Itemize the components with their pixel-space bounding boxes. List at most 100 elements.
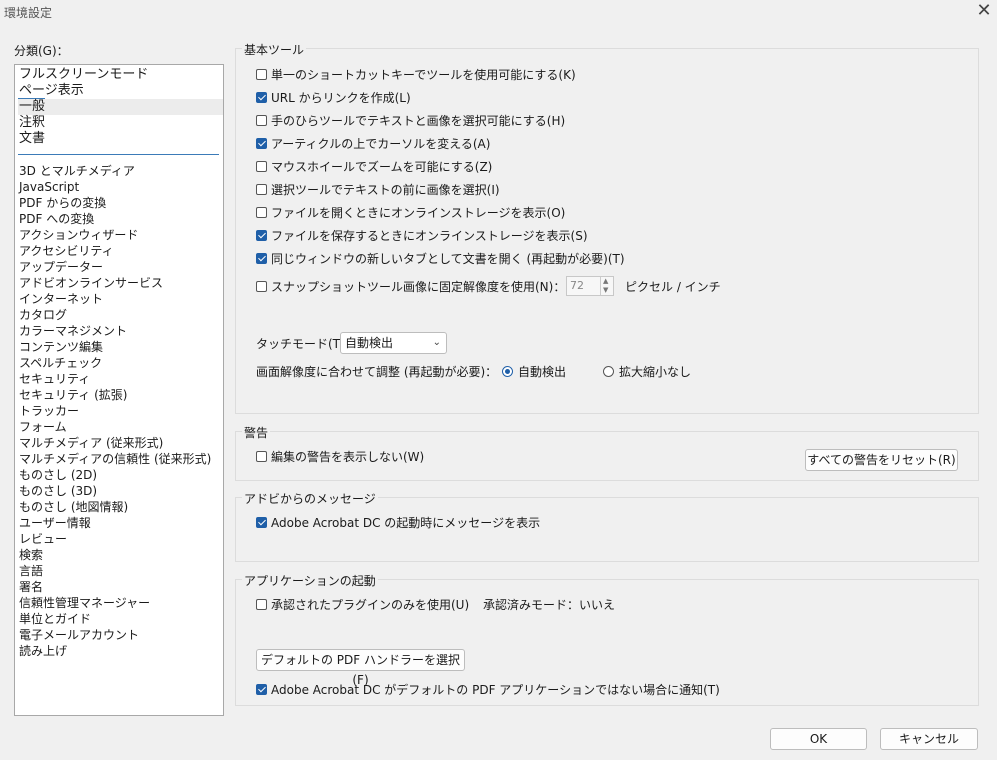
category-item[interactable]: 署名 bbox=[18, 579, 223, 595]
basic-tool-checkbox[interactable] bbox=[256, 230, 267, 241]
plugins-label: 承認されたプラグインのみを使用(U) bbox=[271, 598, 470, 612]
category-item[interactable]: アクションウィザード bbox=[18, 227, 223, 243]
messages-label: Adobe Acrobat DC の起動時にメッセージを表示 bbox=[271, 516, 541, 530]
resolution-unit: ピクセル / インチ bbox=[625, 280, 721, 294]
category-item[interactable]: カラーマネジメント bbox=[18, 323, 223, 339]
category-item-documents[interactable]: 文書 bbox=[18, 131, 223, 147]
category-item[interactable]: PDF への変換 bbox=[18, 211, 223, 227]
basic-tool-checkbox[interactable] bbox=[256, 184, 267, 195]
startup-title: アプリケーションの起動 bbox=[242, 572, 378, 589]
notify-label: Adobe Acrobat DC がデフォルトの PDF アプリケーションではな… bbox=[271, 683, 720, 697]
close-icon[interactable]: ✕ bbox=[974, 0, 994, 22]
messages-option[interactable]: Adobe Acrobat DC の起動時にメッセージを表示 bbox=[256, 514, 540, 531]
basic-tool-option[interactable]: アーティクルの上でカーソルを変える(A) bbox=[256, 135, 490, 152]
category-item[interactable]: ものさし (2D) bbox=[18, 467, 223, 483]
basic-tool-checkbox[interactable] bbox=[256, 115, 267, 126]
scale-none-option[interactable]: 拡大縮小なし bbox=[603, 363, 691, 380]
basic-tool-label: 手のひらツールでテキストと画像を選択可能にする(H) bbox=[271, 114, 566, 128]
basic-tool-checkbox[interactable] bbox=[256, 69, 267, 80]
basic-tool-checkbox[interactable] bbox=[256, 253, 267, 264]
category-item[interactable]: スペルチェック bbox=[18, 355, 223, 371]
basic-tool-checkbox[interactable] bbox=[256, 92, 267, 103]
category-item[interactable]: 読み上げ bbox=[18, 643, 223, 659]
basic-tool-option[interactable]: 同じウィンドウの新しいタブとして文書を開く (再起動が必要)(T) bbox=[256, 250, 625, 267]
scale-label: 画面解像度に合わせて調整 (再起動が必要)： bbox=[256, 365, 498, 379]
basic-tool-option[interactable]: URL からリンクを作成(L) bbox=[256, 89, 411, 106]
approved-mode-value: いいえ bbox=[579, 598, 616, 612]
category-item-fullscreen[interactable]: フルスクリーンモード bbox=[18, 67, 223, 83]
category-item[interactable]: 信頼性管理マネージャー bbox=[18, 595, 223, 611]
approved-mode-label: 承認済みモード： bbox=[483, 598, 580, 612]
category-list[interactable]: フルスクリーンモード ページ表示 一般 注釈 文書 3D とマルチメディア Jav… bbox=[14, 64, 224, 716]
basic-tool-label: 選択ツールでテキストの前に画像を選択(I) bbox=[271, 183, 500, 197]
messages-checkbox[interactable] bbox=[256, 517, 267, 528]
category-item[interactable]: 電子メールアカウント bbox=[18, 627, 223, 643]
category-item[interactable]: レビュー bbox=[18, 531, 223, 547]
chevron-down-icon: ⌄ bbox=[432, 337, 441, 348]
category-item[interactable]: PDF からの変換 bbox=[18, 195, 223, 211]
plugins-option[interactable]: 承認されたプラグインのみを使用(U) bbox=[256, 596, 469, 613]
touch-mode-value: 自動検出 bbox=[345, 336, 394, 350]
warning-option[interactable]: 編集の警告を表示しない(W) bbox=[256, 448, 424, 465]
cancel-button[interactable]: キャンセル bbox=[880, 728, 978, 750]
reset-warnings-button[interactable]: すべての警告をリセット(R) bbox=[805, 449, 958, 471]
window-title: 環境設定 bbox=[4, 6, 53, 20]
category-item[interactable]: 3D とマルチメディア bbox=[18, 163, 223, 179]
default-handler-button[interactable]: デフォルトの PDF ハンドラーを選択(F) bbox=[256, 649, 465, 687]
category-item-general[interactable]: 一般 bbox=[18, 99, 223, 115]
basic-tool-checkbox[interactable] bbox=[256, 207, 267, 218]
category-item-comments[interactable]: 注釈 bbox=[18, 115, 223, 131]
category-item[interactable]: アクセシビリティ bbox=[18, 243, 223, 259]
snapshot-row: スナップショットツール画像に固定解像度を使用(N)： bbox=[256, 278, 565, 295]
category-item[interactable]: ものさし (3D) bbox=[18, 483, 223, 499]
scale-auto-radio[interactable] bbox=[502, 366, 513, 377]
spinner-down-icon[interactable]: ▼ bbox=[603, 286, 608, 295]
spinner-up-icon[interactable]: ▲ bbox=[603, 277, 608, 286]
category-item[interactable]: ユーザー情報 bbox=[18, 515, 223, 531]
basic-tools-title: 基本ツール bbox=[242, 41, 307, 58]
category-item[interactable]: フォーム bbox=[18, 419, 223, 435]
warning-label: 編集の警告を表示しない(W) bbox=[271, 450, 425, 464]
basic-tool-checkbox[interactable] bbox=[256, 161, 267, 172]
basic-tool-option[interactable]: 選択ツールでテキストの前に画像を選択(I) bbox=[256, 181, 500, 198]
basic-tool-label: 同じウィンドウの新しいタブとして文書を開く (再起動が必要)(T) bbox=[271, 252, 625, 266]
touch-mode-select[interactable]: 自動検出 ⌄ bbox=[340, 332, 447, 354]
snapshot-checkbox[interactable] bbox=[256, 281, 267, 292]
resolution-spinner[interactable]: 72 ▲ ▼ bbox=[566, 276, 614, 296]
plugins-checkbox[interactable] bbox=[256, 599, 267, 610]
basic-tool-label: 単一のショートカットキーでツールを使用可能にする(K) bbox=[271, 68, 576, 82]
category-item[interactable]: マルチメディアの信頼性 (従来形式) bbox=[18, 451, 223, 467]
scale-none-label: 拡大縮小なし bbox=[619, 365, 692, 379]
spinner-buttons[interactable]: ▲ ▼ bbox=[600, 277, 613, 295]
category-item[interactable]: セキュリティ (拡張) bbox=[18, 387, 223, 403]
basic-tool-option[interactable]: ファイルを開くときにオンラインストレージを表示(O) bbox=[256, 204, 565, 221]
basic-tool-label: URL からリンクを作成(L) bbox=[271, 91, 411, 105]
basic-tool-checkbox[interactable] bbox=[256, 138, 267, 149]
category-item[interactable]: JavaScript bbox=[18, 179, 223, 195]
category-item[interactable]: ものさし (地図情報) bbox=[18, 499, 223, 515]
category-item[interactable]: マルチメディア (従来形式) bbox=[18, 435, 223, 451]
category-separator bbox=[18, 154, 219, 155]
category-item[interactable]: 単位とガイド bbox=[18, 611, 223, 627]
category-item[interactable]: カタログ bbox=[18, 307, 223, 323]
basic-tool-option[interactable]: ファイルを保存するときにオンラインストレージを表示(S) bbox=[256, 227, 588, 244]
category-item-page-display[interactable]: ページ表示 bbox=[18, 83, 223, 99]
category-label: 分類(G)： bbox=[14, 44, 69, 58]
scale-auto-option[interactable]: 自動検出 bbox=[502, 363, 566, 380]
notify-checkbox[interactable] bbox=[256, 684, 267, 695]
basic-tool-option[interactable]: 手のひらツールでテキストと画像を選択可能にする(H) bbox=[256, 112, 565, 129]
category-item[interactable]: セキュリティ bbox=[18, 371, 223, 387]
category-item[interactable]: 検索 bbox=[18, 547, 223, 563]
category-item[interactable]: トラッカー bbox=[18, 403, 223, 419]
notify-option[interactable]: Adobe Acrobat DC がデフォルトの PDF アプリケーションではな… bbox=[256, 681, 720, 698]
ok-button[interactable]: OK bbox=[770, 728, 867, 750]
warning-checkbox[interactable] bbox=[256, 451, 267, 462]
category-item[interactable]: 言語 bbox=[18, 563, 223, 579]
category-item[interactable]: アップデーター bbox=[18, 259, 223, 275]
category-item[interactable]: アドビオンラインサービス bbox=[18, 275, 223, 291]
basic-tool-option[interactable]: マウスホイールでズームを可能にする(Z) bbox=[256, 158, 492, 175]
category-item[interactable]: インターネット bbox=[18, 291, 223, 307]
scale-none-radio[interactable] bbox=[603, 366, 614, 377]
basic-tool-option[interactable]: 単一のショートカットキーでツールを使用可能にする(K) bbox=[256, 66, 576, 83]
category-item[interactable]: コンテンツ編集 bbox=[18, 339, 223, 355]
